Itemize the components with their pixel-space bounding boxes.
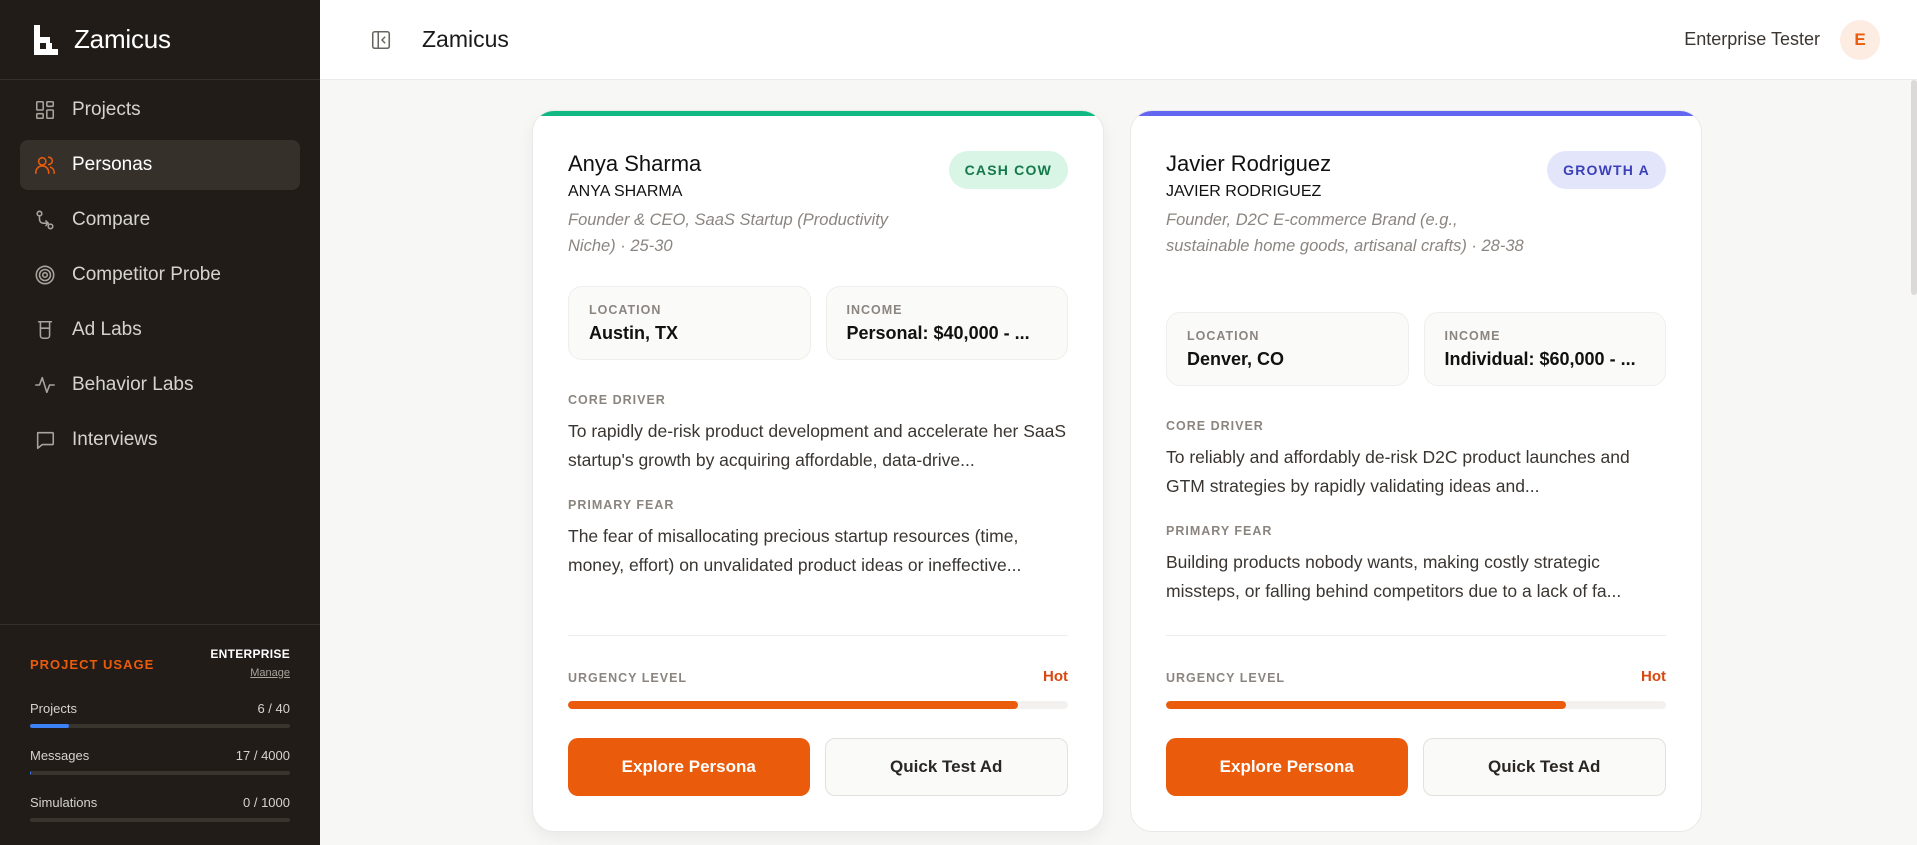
plan-name: ENTERPRISE bbox=[210, 647, 290, 661]
sidebar-item-interviews[interactable]: Interviews bbox=[20, 415, 300, 465]
quick-test-ad-button[interactable]: Quick Test Ad bbox=[824, 738, 1068, 796]
sidebar-item-label: Behavior Labs bbox=[72, 374, 194, 395]
persona-card: Anya Sharma ANYA SHARMA Founder & CEO, S… bbox=[532, 110, 1104, 832]
user-menu[interactable]: Enterprise Tester E bbox=[1684, 19, 1880, 60]
location-stat: LOCATION Austin, TX bbox=[568, 286, 811, 360]
meter-value: 0 / 1000 bbox=[243, 795, 290, 810]
meter-label: Simulations bbox=[30, 795, 98, 810]
sidebar-item-label: Personas bbox=[72, 154, 153, 175]
persona-role: Founder, D2C E-commerce Brand (e.g., sus… bbox=[1166, 211, 1524, 255]
meter-fill bbox=[30, 724, 69, 728]
meter-track bbox=[30, 724, 290, 728]
divider bbox=[568, 635, 1068, 636]
primary-fear-text: Building products nobody wants, making c… bbox=[1166, 552, 1622, 601]
meter-value: 17 / 4000 bbox=[235, 748, 290, 763]
users-icon bbox=[35, 156, 55, 175]
stat-label: LOCATION bbox=[589, 303, 662, 317]
stat-value: Austin, TX bbox=[589, 323, 678, 343]
persona-card: Javier Rodriguez JAVIER RODRIGUEZ Founde… bbox=[1130, 110, 1702, 832]
quick-test-ad-button[interactable]: Quick Test Ad bbox=[1422, 738, 1666, 796]
persona-stats: LOCATION Denver, CO INCOME Individual: $… bbox=[1166, 312, 1666, 386]
location-stat: LOCATION Denver, CO bbox=[1166, 312, 1409, 386]
core-driver-text: To rapidly de-risk product development a… bbox=[568, 421, 1067, 470]
avatar[interactable]: E bbox=[1840, 19, 1880, 60]
urgency-bar bbox=[568, 701, 1068, 709]
stat-value: Individual: $60,000 - ... bbox=[1444, 349, 1636, 369]
sidebar-toggle-button[interactable] bbox=[370, 29, 392, 51]
sidebar-item-compare[interactable]: Compare bbox=[20, 195, 300, 245]
primary-fear-text: The fear of misallocating precious start… bbox=[568, 526, 1022, 575]
stat-value: Personal: $40,000 - ... bbox=[846, 323, 1030, 343]
panel-collapse-icon bbox=[371, 30, 391, 49]
persona-name: Javier Rodriguez bbox=[1166, 151, 1332, 176]
primary-fear-label: PRIMARY FEAR bbox=[568, 498, 675, 512]
sidebar-item-personas[interactable]: Personas bbox=[20, 140, 300, 190]
meter-track bbox=[30, 771, 290, 775]
page-scrollbar[interactable] bbox=[1911, 80, 1917, 295]
stat-label: LOCATION bbox=[1187, 329, 1260, 343]
sidebar-item-label: Compare bbox=[72, 209, 151, 230]
sidebar-item-competitor-probe[interactable]: Competitor Probe bbox=[20, 250, 300, 300]
stat-label: INCOME bbox=[846, 303, 903, 317]
urgency-fill bbox=[1166, 701, 1566, 709]
meter-fill bbox=[30, 771, 32, 775]
meter-value: 6 / 40 bbox=[257, 701, 290, 716]
urgency-fill bbox=[568, 701, 1018, 709]
target-icon bbox=[35, 265, 55, 285]
stat-label: INCOME bbox=[1444, 329, 1501, 343]
usage-meter-projects: Projects 6 / 40 bbox=[30, 701, 290, 728]
income-stat: INCOME Individual: $60,000 - ... bbox=[1423, 312, 1666, 386]
core-driver-text: To reliably and affordably de-risk D2C p… bbox=[1166, 447, 1630, 496]
sidebar: Zamicus Projects Personas Compare Compet… bbox=[0, 0, 320, 845]
sidebar-item-label: Ad Labs bbox=[72, 319, 142, 340]
sidebar-item-label: Interviews bbox=[72, 429, 158, 450]
stat-value: Denver, CO bbox=[1187, 349, 1285, 369]
sidebar-item-label: Competitor Probe bbox=[72, 264, 221, 285]
persona-name-upper: JAVIER RODRIGUEZ bbox=[1166, 183, 1322, 200]
sidebar-item-behavior-labs[interactable]: Behavior Labs bbox=[20, 360, 300, 410]
sidebar-nav: Projects Personas Compare Competitor Pro… bbox=[0, 0, 320, 470]
activity-icon bbox=[35, 376, 55, 394]
persona-role: Founder & CEO, SaaS Startup (Productivit… bbox=[568, 211, 889, 255]
urgency-label: URGENCY LEVEL bbox=[1166, 671, 1286, 685]
persona-name: Anya Sharma bbox=[568, 151, 702, 176]
sidebar-item-ad-labs[interactable]: Ad Labs bbox=[20, 305, 300, 355]
beaker-icon bbox=[37, 320, 53, 340]
page-title: Zamicus bbox=[422, 26, 509, 52]
segment-badge: CASH COW bbox=[948, 151, 1068, 189]
sidebar-item-label: Projects bbox=[72, 99, 141, 120]
sidebar-item-projects[interactable]: Projects bbox=[20, 85, 300, 135]
compare-icon bbox=[36, 210, 54, 230]
chat-icon bbox=[36, 431, 55, 450]
usage-meter-simulations: Simulations 0 / 1000 bbox=[30, 795, 290, 822]
card-accent-bar bbox=[533, 111, 1103, 116]
core-driver-label: CORE DRIVER bbox=[568, 393, 666, 407]
income-stat: INCOME Personal: $40,000 - ... bbox=[825, 286, 1068, 360]
urgency-label: URGENCY LEVEL bbox=[568, 671, 688, 685]
grid-icon bbox=[35, 100, 55, 120]
explore-persona-button[interactable]: Explore Persona bbox=[568, 738, 810, 796]
top-header: Zamicus Enterprise Tester E bbox=[320, 0, 1917, 80]
meter-label: Projects bbox=[30, 701, 77, 716]
usage-title: PROJECT USAGE bbox=[30, 657, 155, 672]
project-usage-panel: PROJECT USAGE ENTERPRISE Manage Projects… bbox=[0, 624, 320, 845]
urgency-bar bbox=[1166, 701, 1666, 709]
usage-meter-messages: Messages 17 / 4000 bbox=[30, 748, 290, 775]
primary-fear-label: PRIMARY FEAR bbox=[1166, 524, 1273, 538]
core-driver-label: CORE DRIVER bbox=[1166, 419, 1264, 433]
card-accent-bar bbox=[1131, 111, 1701, 116]
divider bbox=[1166, 635, 1666, 636]
user-name: Enterprise Tester bbox=[1684, 29, 1820, 49]
manage-link[interactable]: Manage bbox=[210, 667, 290, 679]
persona-name-upper: ANYA SHARMA bbox=[568, 183, 683, 200]
urgency-value: Hot bbox=[1641, 668, 1666, 685]
urgency-value: Hot bbox=[1043, 668, 1068, 685]
persona-stats: LOCATION Austin, TX INCOME Personal: $40… bbox=[568, 286, 1068, 360]
segment-badge: GROWTH A bbox=[1547, 151, 1666, 189]
explore-persona-button[interactable]: Explore Persona bbox=[1166, 738, 1408, 796]
meter-track bbox=[30, 818, 290, 822]
meter-label: Messages bbox=[30, 748, 90, 763]
